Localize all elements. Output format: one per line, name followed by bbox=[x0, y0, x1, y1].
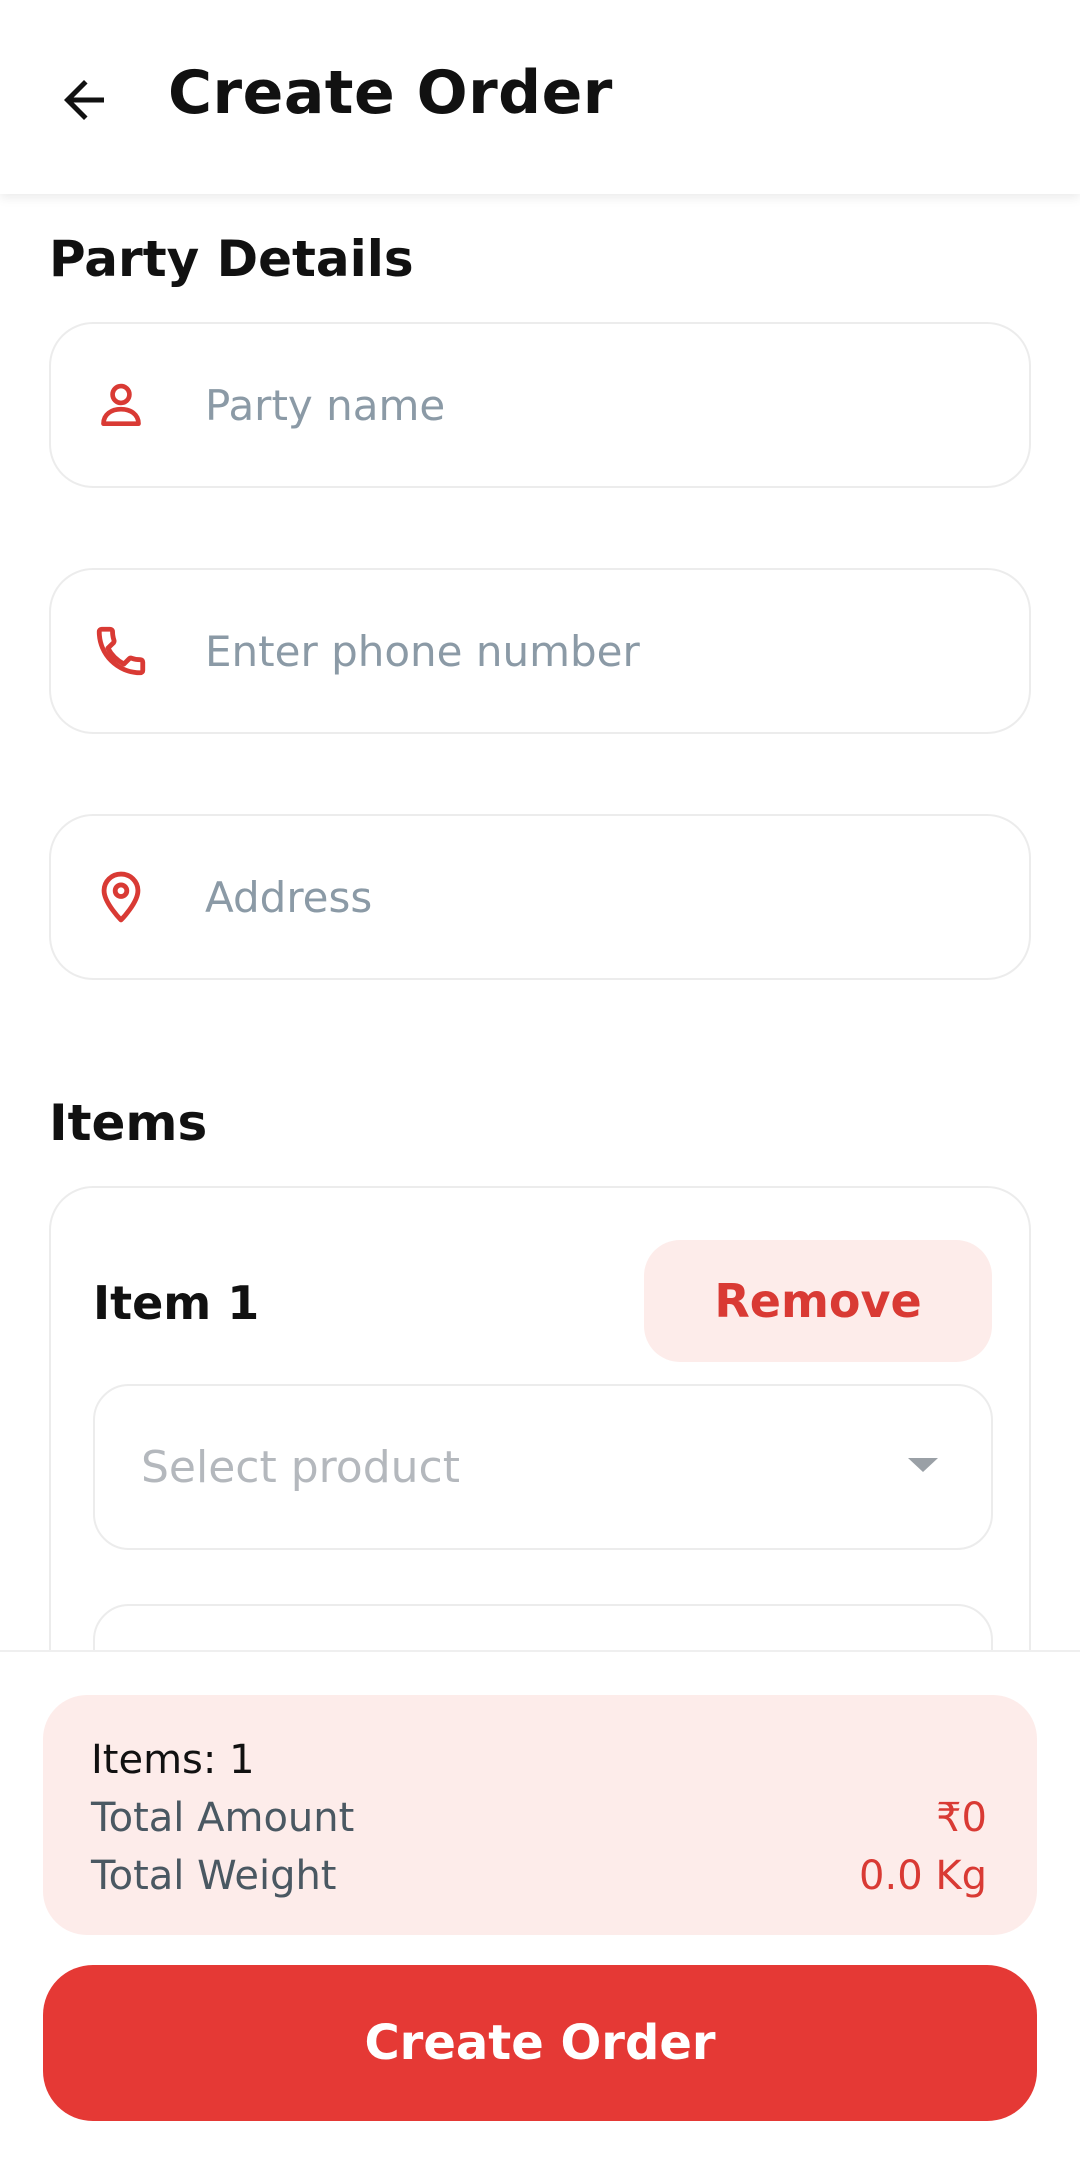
product-select-placeholder: Select product bbox=[141, 1441, 460, 1493]
summary-items-row: Items: 1 bbox=[91, 1731, 987, 1789]
party-name-placeholder: Party name bbox=[205, 380, 446, 430]
party-name-field[interactable]: Party name bbox=[49, 322, 1031, 488]
party-details-heading: Party Details bbox=[49, 230, 414, 288]
order-summary: Items: 1 Total Amount ₹0 Total Weight 0.… bbox=[43, 1695, 1037, 1935]
item-next-field[interactable] bbox=[93, 1604, 993, 1650]
create-order-screen: Create Order Party Details Party name En… bbox=[0, 0, 1080, 2160]
items-heading: Items bbox=[49, 1094, 208, 1152]
form-content[interactable]: Party Details Party name Enter phone num… bbox=[0, 194, 1080, 1650]
back-button[interactable] bbox=[40, 56, 128, 144]
items-count: Items: 1 bbox=[91, 1737, 255, 1783]
product-select[interactable]: Select product bbox=[93, 1384, 993, 1550]
summary-amount-row: Total Amount ₹0 bbox=[91, 1789, 987, 1847]
phone-icon bbox=[91, 621, 151, 681]
total-weight-label: Total Weight bbox=[91, 1853, 337, 1899]
chevron-down-icon bbox=[905, 1455, 941, 1479]
summary-weight-row: Total Weight 0.0 Kg bbox=[91, 1847, 987, 1905]
bottom-bar: Items: 1 Total Amount ₹0 Total Weight 0.… bbox=[0, 1650, 1080, 2160]
address-field[interactable]: Address bbox=[49, 814, 1031, 980]
total-amount-value: ₹0 bbox=[936, 1795, 987, 1841]
person-icon bbox=[91, 375, 151, 435]
phone-field[interactable]: Enter phone number bbox=[49, 568, 1031, 734]
page-title: Create Order bbox=[168, 58, 613, 128]
arrow-left-icon bbox=[64, 80, 104, 120]
total-amount-label: Total Amount bbox=[91, 1795, 355, 1841]
item-label: Item 1 bbox=[93, 1276, 260, 1330]
app-header: Create Order bbox=[0, 0, 1080, 194]
create-order-button[interactable]: Create Order bbox=[43, 1965, 1037, 2121]
total-weight-value: 0.0 Kg bbox=[859, 1853, 987, 1899]
phone-placeholder: Enter phone number bbox=[205, 626, 640, 676]
address-placeholder: Address bbox=[205, 872, 373, 922]
location-pin-icon bbox=[91, 867, 151, 927]
remove-item-button[interactable]: Remove bbox=[644, 1240, 992, 1362]
item-card: Item 1 Remove Select product bbox=[49, 1186, 1031, 1650]
